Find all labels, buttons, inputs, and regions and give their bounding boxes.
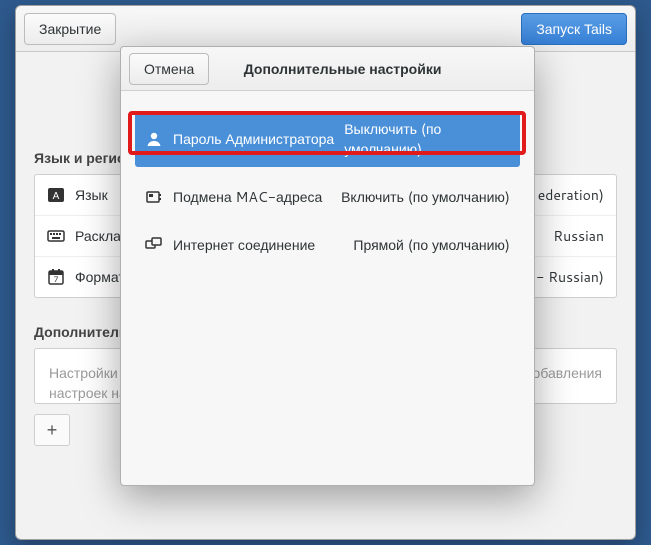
dialog-body: Пароль Администратора Выключить (по умол… — [121, 91, 534, 283]
option-network-connection-value: Прямой (по умолчанию) — [353, 235, 510, 255]
user-icon — [145, 130, 163, 148]
option-mac-spoofing[interactable]: Подмена MAC-адреса Включить (по умолчани… — [135, 179, 520, 215]
option-admin-password-label: Пароль Администратора — [173, 129, 334, 149]
option-admin-password[interactable]: Пароль Администратора Выключить (по умол… — [135, 111, 520, 167]
svg-text:A: A — [53, 191, 60, 202]
svg-text:7: 7 — [53, 273, 58, 285]
row-keyboard-value: Russian — [553, 226, 604, 246]
keyboard-icon — [47, 227, 65, 245]
network-card-icon — [145, 188, 163, 206]
screens-icon — [145, 236, 163, 254]
dialog-header: Отмена Дополнительные настройки — [121, 47, 534, 91]
row-formats-value: - Russian) — [536, 267, 604, 287]
option-admin-password-value: Выключить (по умолчанию) — [344, 119, 510, 159]
calendar-icon: 7 — [47, 268, 65, 286]
additional-settings-dialog: Отмена Дополнительные настройки Пароль А… — [120, 46, 535, 486]
option-network-connection-label: Интернет соединение — [173, 235, 315, 255]
option-mac-spoofing-value: Включить (по умолчанию) — [341, 187, 510, 207]
option-network-connection[interactable]: Интернет соединение Прямой (по умолчанию… — [135, 227, 520, 263]
add-setting-button[interactable]: + — [34, 414, 70, 446]
dialog-title: Дополнительные настройки — [219, 59, 526, 79]
row-language-label: Язык — [75, 185, 108, 205]
language-icon: A — [47, 186, 65, 204]
option-mac-spoofing-label: Подмена MAC-адреса — [173, 187, 322, 207]
start-tails-button[interactable]: Запуск Tails — [521, 13, 627, 45]
close-button[interactable]: Закрытие — [24, 13, 116, 45]
row-language-value: ederation) — [538, 185, 604, 205]
options-list: Пароль Администратора Выключить (по умол… — [135, 111, 520, 263]
cancel-button[interactable]: Отмена — [129, 53, 209, 85]
